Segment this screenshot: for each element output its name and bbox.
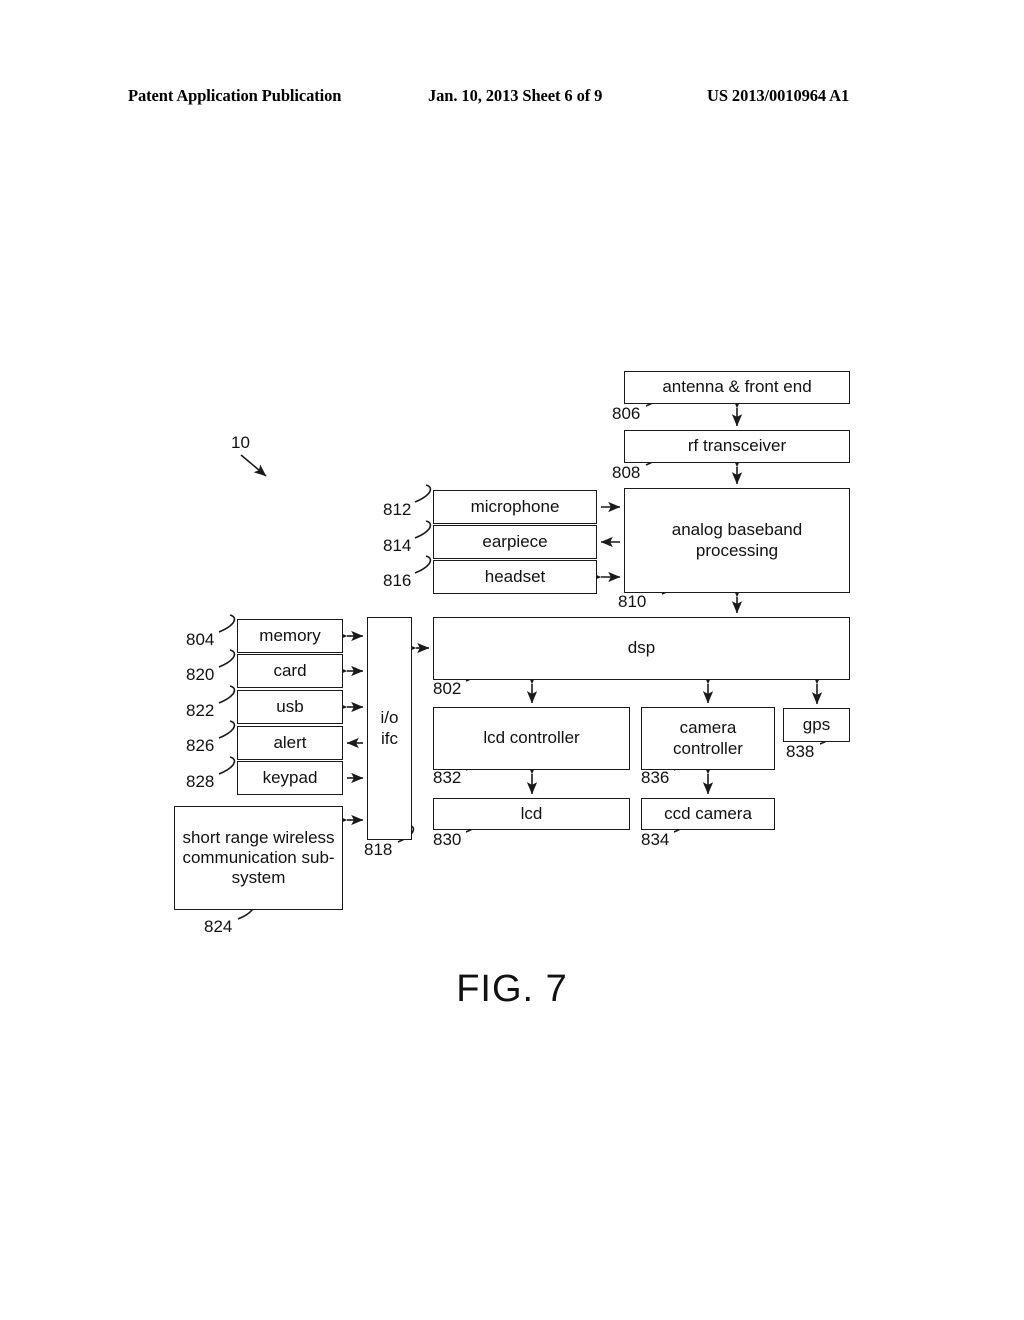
refnum-804: 804 <box>186 630 215 649</box>
node-lcd[interactable]: lcd <box>433 798 630 830</box>
refnum-822: 822 <box>186 701 215 720</box>
refnum-836: 836 <box>641 768 670 787</box>
node-label: headset <box>484 566 546 586</box>
system-reference-tag: 10 <box>231 433 250 452</box>
node-gps[interactable]: gps <box>783 708 850 742</box>
node-label-line1: i/o <box>380 708 399 728</box>
refnum-824: 824 <box>204 917 233 936</box>
node-label: antenna & front end <box>662 377 812 397</box>
node-label: lcd <box>520 803 543 823</box>
node-card[interactable]: card <box>237 654 343 688</box>
refnum-814: 814 <box>383 536 412 555</box>
refnum-810: 810 <box>618 592 647 611</box>
node-label-line1: short range wireless <box>182 827 335 847</box>
node-label-line3: system <box>231 868 286 888</box>
figure-block-diagram: antenna & front end rf transceiver analo… <box>0 0 1024 1320</box>
node-keypad[interactable]: keypad <box>237 761 343 795</box>
refnum-832: 832 <box>433 768 462 787</box>
node-lcd-controller[interactable]: lcd controller <box>433 707 630 770</box>
node-memory[interactable]: memory <box>237 619 343 653</box>
node-label-line2: ifc <box>381 728 398 748</box>
refnum-818: 818 <box>364 840 393 859</box>
node-label: keypad <box>262 767 318 787</box>
refnum-830: 830 <box>433 830 462 849</box>
node-label: alert <box>273 732 307 752</box>
refnum-820: 820 <box>186 665 215 684</box>
node-label: card <box>273 660 307 680</box>
node-short-range-wireless-subsystem[interactable]: short range wireless communication sub- … <box>174 806 343 910</box>
refnum-828: 828 <box>186 772 215 791</box>
node-label: rf transceiver <box>687 436 787 456</box>
refnum-812: 812 <box>383 500 412 519</box>
node-dsp[interactable]: dsp <box>433 617 850 680</box>
node-label: dsp <box>627 638 656 658</box>
node-label: microphone <box>470 496 560 516</box>
node-label-line2: controller <box>673 738 743 758</box>
node-analog-baseband-processing[interactable]: analog baseband processing <box>624 488 850 593</box>
node-label-line1: camera <box>679 718 737 738</box>
node-label-line1: analog baseband <box>671 520 803 540</box>
node-camera-controller[interactable]: camera controller <box>641 707 775 770</box>
node-label: memory <box>259 625 321 645</box>
figure-caption: FIG. 7 <box>456 968 568 1010</box>
node-earpiece[interactable]: earpiece <box>433 525 597 559</box>
refnum-838: 838 <box>786 742 815 761</box>
node-antenna-front-end[interactable]: antenna & front end <box>624 371 850 404</box>
node-ccd-camera[interactable]: ccd camera <box>641 798 775 830</box>
node-microphone[interactable]: microphone <box>433 490 597 524</box>
node-io-ifc[interactable]: i/o ifc <box>367 617 412 840</box>
node-usb[interactable]: usb <box>237 690 343 724</box>
node-label: earpiece <box>482 531 548 551</box>
node-alert[interactable]: alert <box>237 726 343 760</box>
refnum-802: 802 <box>433 679 462 698</box>
refnum-806: 806 <box>612 404 641 423</box>
refnum-816: 816 <box>383 571 412 590</box>
node-label: gps <box>802 714 831 734</box>
node-label-line2: communication sub- <box>182 847 335 867</box>
refnum-834: 834 <box>641 830 670 849</box>
node-label: usb <box>276 696 304 716</box>
refnum-808: 808 <box>612 463 641 482</box>
node-rf-transceiver[interactable]: rf transceiver <box>624 430 850 463</box>
node-label: ccd camera <box>664 803 752 823</box>
node-label-line2: processing <box>695 540 779 560</box>
refnum-826: 826 <box>186 736 215 755</box>
node-label: lcd controller <box>483 728 580 748</box>
node-headset[interactable]: headset <box>433 560 597 594</box>
